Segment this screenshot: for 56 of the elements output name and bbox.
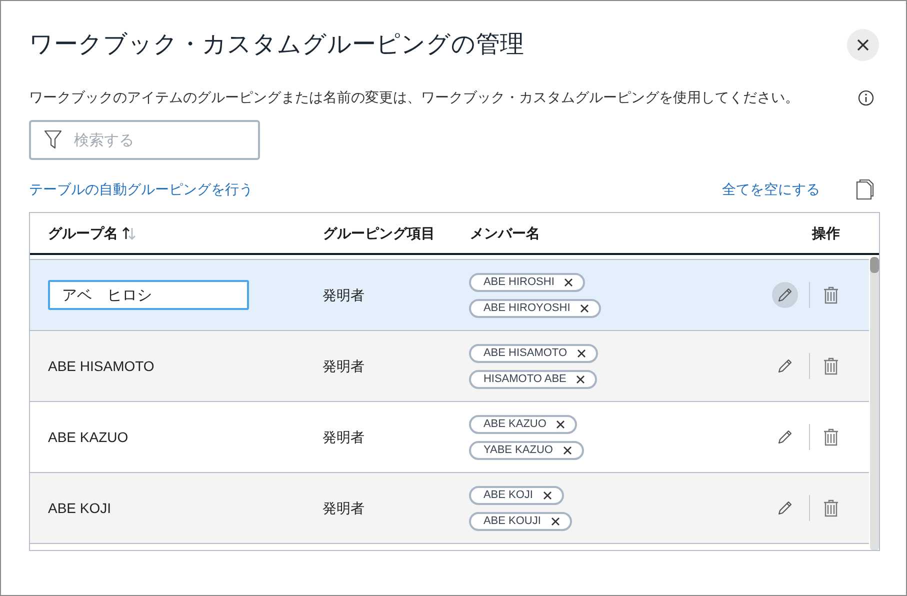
table-cell: 発明者 <box>322 358 365 374</box>
delete-button[interactable] <box>821 284 841 306</box>
delete-button[interactable] <box>821 497 841 519</box>
table-cell: ABE KOJI <box>48 500 112 516</box>
table-cell: 発明者 <box>322 428 365 444</box>
dialog-title: ワークブック・カスタムグルーピングの管理 <box>29 30 524 60</box>
table-cell: ABE KAZUO <box>48 428 128 444</box>
clear-all-link[interactable]: 全てを空にする <box>722 179 820 200</box>
column-header: グルーピング項目 <box>323 224 435 242</box>
table-row[interactable]: ABE KOJI 発明者 ABE KOJI ABE KOUJI <box>30 473 869 544</box>
table-cell: 発明者 <box>322 500 365 516</box>
delete-button[interactable] <box>821 355 841 377</box>
member-name: ABE KOJI <box>483 488 533 503</box>
edit-button[interactable] <box>772 282 798 308</box>
delete-button[interactable] <box>821 426 841 448</box>
trash-icon <box>823 286 839 304</box>
pencil-icon <box>777 358 793 374</box>
remove-icon[interactable] <box>580 304 590 312</box>
remove-icon[interactable] <box>543 490 552 500</box>
copy-icon[interactable] <box>856 179 874 200</box>
column-header: 操作 <box>812 224 840 242</box>
member-name: ABE KAZUO <box>483 416 546 432</box>
table-row[interactable]: ABE HISAMOTO 発明者 ABE HISAMOTO HISAMOTO ABE <box>30 331 869 402</box>
group-name-field[interactable]: アベ ヒロシ <box>48 280 249 310</box>
close-icon <box>857 39 869 51</box>
trash-icon <box>823 357 839 375</box>
pencil-icon <box>777 429 793 445</box>
column-header: メンバー名 <box>470 224 540 242</box>
member-name: HISAMOTO ABE <box>483 372 566 387</box>
trash-icon <box>823 428 839 446</box>
description-text: ワークブックのアイテムのグルーピングまたは名前の変更は、ワークブック・カスタムグルーピングを使用してください。 <box>29 88 799 107</box>
info-icon[interactable] <box>858 90 874 106</box>
table-cell: ABE HISAMOTO <box>48 358 154 374</box>
remove-icon[interactable] <box>556 420 566 428</box>
member-name: ABE KOUJI <box>483 514 541 529</box>
close-button[interactable] <box>847 29 879 61</box>
auto-group-link[interactable]: テーブルの自動グルーピングを行う <box>29 179 253 200</box>
filter-icon <box>44 130 62 150</box>
trash-icon <box>823 499 839 517</box>
remove-icon[interactable] <box>564 278 574 286</box>
member-name: ABE HIROSHI <box>483 274 554 290</box>
sort-icon[interactable] <box>122 226 136 240</box>
scrollbar[interactable] <box>870 257 879 550</box>
member-name: ABE HISAMOTO <box>483 346 568 361</box>
member-name: ABE HIROYOSHI <box>483 300 570 316</box>
pencil-icon <box>777 500 793 516</box>
search-field[interactable]: 検索する <box>29 120 260 160</box>
table-row[interactable]: アベ ヒロシ 発明者 ABE HIROSHI ABE HIROYOSHI <box>30 260 869 331</box>
remove-icon[interactable] <box>577 348 586 358</box>
remove-icon[interactable] <box>562 446 572 454</box>
member-name: YABE KAZUO <box>483 442 553 458</box>
pencil-icon <box>777 287 793 303</box>
table-cell: 発明者 <box>322 286 365 302</box>
remove-icon[interactable] <box>576 374 586 384</box>
column-header[interactable]: グループ名 <box>48 222 118 244</box>
remove-icon[interactable] <box>550 516 560 526</box>
